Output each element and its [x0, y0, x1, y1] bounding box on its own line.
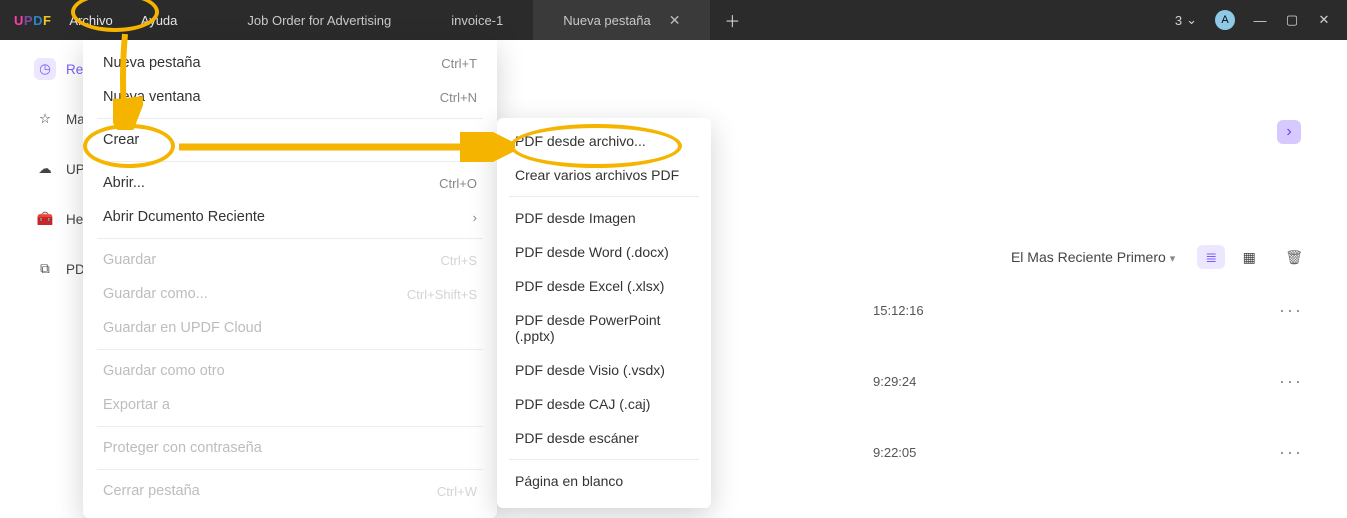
file-time: 15:12:16 — [873, 303, 924, 318]
close-icon[interactable]: ✕ — [669, 12, 681, 29]
clock-icon: ◷ — [34, 58, 56, 80]
submenu-blank-page[interactable]: Página en blanco — [497, 464, 711, 498]
submenu-pdf-from-scanner[interactable]: PDF desde escáner — [497, 421, 711, 455]
chevron-right-icon: › — [473, 133, 477, 148]
close-window-button[interactable]: ✕ — [1317, 13, 1331, 27]
menu-save-other: Guardar como otro — [83, 354, 497, 388]
menu-new-tab[interactable]: Nueva pestañaCtrl+T — [83, 46, 497, 80]
submenu-pdf-from-word[interactable]: PDF desde Word (.docx) — [497, 235, 711, 269]
file-time: 9:22:05 — [873, 445, 916, 460]
minimize-button[interactable]: ― — [1253, 13, 1267, 27]
menu-new-window[interactable]: Nueva ventanaCtrl+N — [83, 80, 497, 114]
chevron-down-icon: ▾ — [1170, 253, 1176, 265]
view-list-button[interactable]: ≣ — [1197, 245, 1225, 269]
tab-strip: Job Order for Advertising invoice-1 Nuev… — [217, 0, 754, 40]
file-time: 9:29:24 — [873, 374, 916, 389]
submenu-pdf-from-image[interactable]: PDF desde Imagen — [497, 201, 711, 235]
chevron-right-icon: › — [473, 210, 477, 225]
tab-job-order[interactable]: Job Order for Advertising — [217, 0, 421, 40]
tab-invoice[interactable]: invoice-1 — [421, 0, 533, 40]
window-count-badge[interactable]: 3 ⌄ — [1175, 12, 1197, 28]
new-tab-button[interactable]: ＋ — [710, 0, 754, 40]
submenu-pdf-from-visio[interactable]: PDF desde Visio (.vsdx) — [497, 353, 711, 387]
menu-open[interactable]: Abrir...Ctrl+O — [83, 166, 497, 200]
menu-export: Exportar a — [83, 388, 497, 422]
menu-file[interactable]: Archivo — [69, 13, 112, 28]
copy-icon: ⧉ — [34, 258, 56, 280]
toolbox-icon: 🧰 — [34, 208, 56, 230]
submenu-pdf-from-caj[interactable]: PDF desde CAJ (.caj) — [497, 387, 711, 421]
file-row[interactable]: 9:22:05 ··· — [873, 442, 1303, 463]
sort-dropdown[interactable]: El Mas Reciente Primero ▾ — [1011, 249, 1175, 265]
list-icon: ≣ — [1205, 249, 1217, 266]
menu-save-as: Guardar como...Ctrl+Shift+S — [83, 277, 497, 311]
submenu-pdf-from-excel[interactable]: PDF desde Excel (.xlsx) — [497, 269, 711, 303]
maximize-button[interactable]: ▢ — [1285, 13, 1299, 27]
avatar[interactable]: A — [1215, 10, 1235, 30]
view-grid-button[interactable]: ▦ — [1235, 245, 1263, 269]
app-logo: UPDF — [0, 13, 63, 28]
file-row[interactable]: 15:12:16 ··· — [873, 300, 1303, 321]
menu-help[interactable]: Ayuda — [141, 13, 178, 28]
menu-create[interactable]: Crear› — [83, 123, 497, 157]
submenu-create-multiple[interactable]: Crear varios archivos PDF — [497, 158, 711, 192]
more-button[interactable]: ··· — [1279, 442, 1303, 463]
file-row[interactable]: 9:29:24 ··· — [873, 371, 1303, 392]
menu-save-cloud: Guardar en UPDF Cloud — [83, 311, 497, 345]
submenu-pdf-from-ppt[interactable]: PDF desde PowerPoint (.pptx) — [497, 303, 711, 353]
menu-protect: Proteger con contraseña — [83, 431, 497, 465]
more-button[interactable]: ··· — [1279, 371, 1303, 392]
create-submenu: PDF desde archivo... Crear varios archiv… — [497, 118, 711, 508]
tab-new[interactable]: Nueva pestaña ✕ — [533, 0, 710, 40]
star-icon: ☆ — [34, 108, 56, 130]
file-menu-dropdown: Nueva pestañaCtrl+T Nueva ventanaCtrl+N … — [83, 40, 497, 518]
grid-icon: ▦ — [1243, 249, 1256, 266]
expand-chip-button[interactable]: › — [1277, 120, 1301, 144]
chevron-down-icon: ⌄ — [1186, 12, 1197, 28]
more-button[interactable]: ··· — [1279, 300, 1303, 321]
menu-close-tab: Cerrar pestañaCtrl+W — [83, 474, 497, 508]
menu-save: GuardarCtrl+S — [83, 243, 497, 277]
menu-open-recent[interactable]: Abrir Dcumento Reciente› — [83, 200, 497, 234]
submenu-pdf-from-file[interactable]: PDF desde archivo... — [497, 124, 711, 158]
cloud-icon: ☁ — [34, 158, 56, 180]
trash-button[interactable]: 🗑 — [1285, 249, 1303, 266]
chevron-right-icon: › — [1286, 123, 1291, 141]
